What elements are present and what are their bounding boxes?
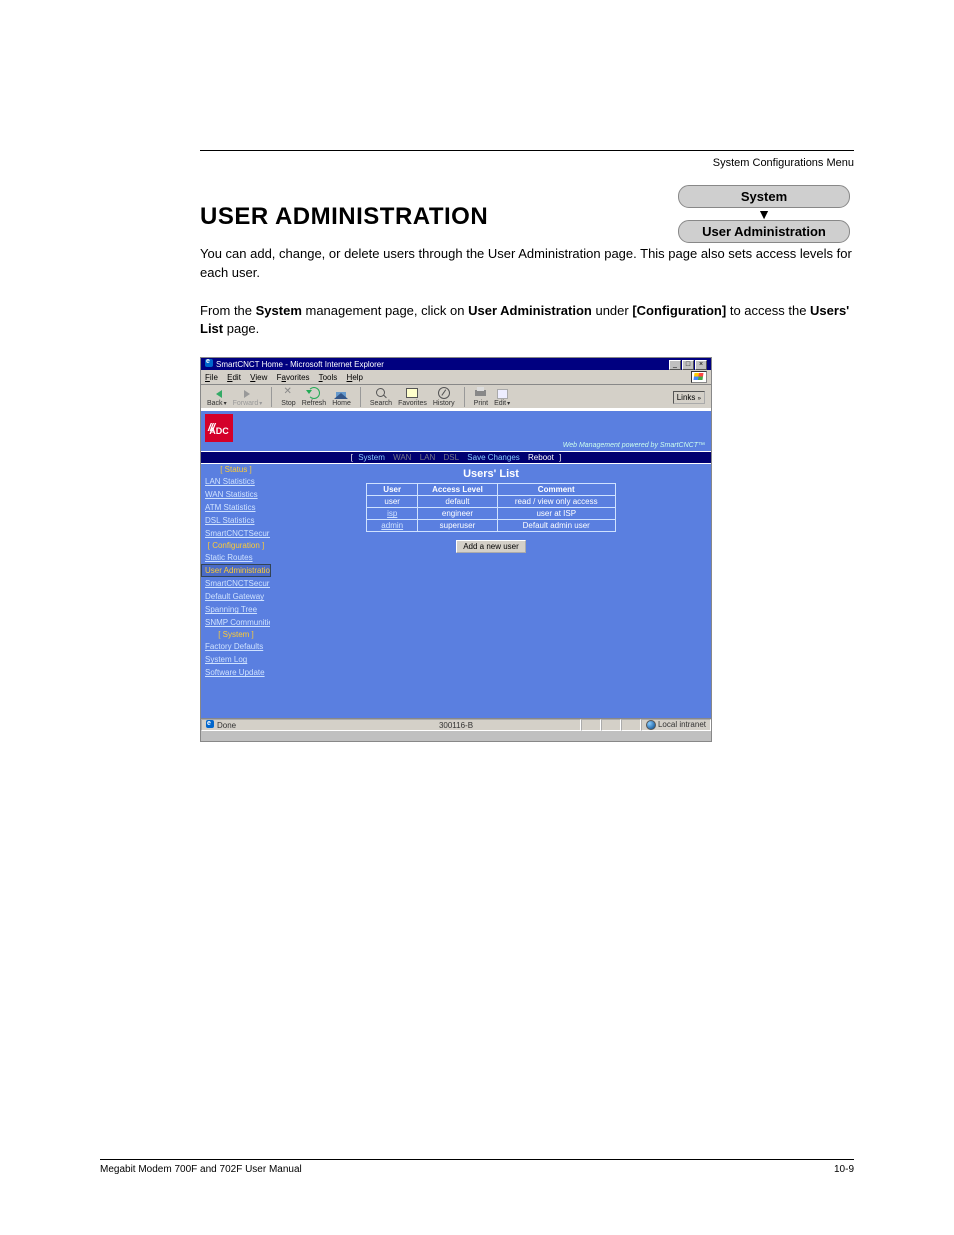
menu-view[interactable]: View [250, 373, 267, 382]
sidebar-user-admin[interactable]: User Administration [201, 564, 271, 577]
breadcrumb-diagram: System ▼ User Administration [674, 183, 854, 245]
back-button[interactable]: Back▾ [207, 387, 227, 407]
refresh-button[interactable]: Refresh [302, 387, 327, 407]
users-table: User Access Level Comment user default r… [366, 483, 615, 532]
sidebar-lan-stats[interactable]: LAN Statistics [201, 475, 271, 488]
sidebar-static-routes[interactable]: Static Routes [201, 551, 271, 564]
branding-area: ADC Web Management powered by SmartCNCT™ [201, 411, 711, 451]
nav-group-system: [ System ] [201, 629, 271, 640]
menu-edit[interactable]: Edit [227, 373, 241, 382]
edit-button[interactable]: Edit▾ [494, 387, 510, 407]
minimize-icon[interactable]: _ [669, 360, 681, 370]
sidebar: [ Status ] LAN Statistics WAN Statistics… [201, 464, 271, 679]
arrow-down-icon: ▼ [674, 209, 854, 219]
menu-help[interactable]: Help [347, 373, 363, 382]
menu-favorites[interactable]: Favorites [277, 373, 310, 382]
sidebar-default-gateway[interactable]: Default Gateway [201, 590, 271, 603]
screenshot: SmartCNCT Home - Microsoft Internet Expl… [200, 357, 712, 742]
intro-text: You can add, change, or delete users thr… [200, 245, 854, 339]
footer-right: 10-9 [834, 1164, 854, 1175]
sidebar-factory-defaults[interactable]: Factory Defaults [201, 640, 271, 653]
sidebar-security-1[interactable]: SmartCNCTSecurity [201, 527, 271, 540]
page-footer: Megabit Modem 700F and 702F User Manual … [100, 1151, 854, 1175]
topnav-lan[interactable]: LAN [420, 453, 436, 462]
menu-file[interactable]: File [205, 373, 218, 382]
ie-throbber-icon [691, 371, 707, 383]
window-titlebar: SmartCNCT Home - Microsoft Internet Expl… [201, 358, 711, 370]
toolbar: Back▾ Forward▾ Stop Refresh Home Search … [201, 385, 711, 410]
menu-tools[interactable]: Tools [319, 373, 338, 382]
menubar[interactable]: File Edit View Favorites Tools Help [201, 370, 711, 385]
user-link-admin[interactable]: admin [381, 521, 403, 530]
ie-status-icon [206, 720, 214, 728]
table-row: user default read / view only access [367, 496, 615, 508]
history-button[interactable]: History [433, 387, 455, 407]
user-link-isp[interactable]: isp [387, 509, 397, 518]
topnav-wan[interactable]: WAN [393, 453, 411, 462]
favorites-button[interactable]: Favorites [398, 387, 427, 407]
status-zone: Local intranet [641, 719, 711, 731]
sidebar-snmp[interactable]: SNMP Communities [201, 616, 271, 629]
maximize-icon[interactable]: □ [682, 360, 694, 370]
status-code: 300116-B [439, 721, 473, 730]
forward-button: Forward▾ [233, 387, 263, 407]
table-row: isp engineer user at ISP [367, 508, 615, 520]
nav-group-config: [ Configuration ] [201, 540, 271, 551]
stop-button[interactable]: Stop [281, 387, 295, 407]
add-user-button[interactable]: Add a new user [456, 540, 526, 553]
main-content: User Access Level Comment user default r… [271, 483, 711, 553]
table-header-row: User Access Level Comment [367, 484, 615, 496]
topnav-system[interactable]: System [358, 453, 385, 462]
topnav-reboot[interactable]: Reboot [528, 453, 554, 462]
status-done: Done [217, 721, 236, 730]
sidebar-wan-stats[interactable]: WAN Statistics [201, 488, 271, 501]
tagline: Web Management powered by SmartCNCT™ [563, 442, 705, 449]
nav-group-status: [ Status ] [201, 464, 271, 475]
zone-icon [646, 720, 656, 730]
topnav-save[interactable]: Save Changes [467, 453, 519, 462]
sidebar-system-log[interactable]: System Log [201, 653, 271, 666]
statusbar: Done 300116-B Local intranet [201, 718, 711, 731]
sidebar-software-update[interactable]: Software Update [201, 666, 271, 679]
ie-icon [205, 359, 213, 367]
running-head: System Configurations Menu [200, 157, 854, 169]
top-nav[interactable]: [ System WAN LAN DSL Save Changes Reboot… [201, 451, 711, 464]
sidebar-security-2[interactable]: SmartCNCTSecurity [201, 577, 271, 590]
table-row: admin superuser Default admin user [367, 520, 615, 532]
links-bar[interactable]: Links » [673, 391, 705, 404]
sidebar-spanning-tree[interactable]: Spanning Tree [201, 603, 271, 616]
crumb-user-admin: User Administration [678, 220, 850, 243]
window-title: SmartCNCT Home - Microsoft Internet Expl… [216, 360, 384, 369]
search-button[interactable]: Search [370, 387, 392, 407]
crumb-system: System [678, 185, 850, 208]
intro-line1: You can add, change, or delete users thr… [200, 246, 852, 280]
adc-logo: ADC [205, 414, 233, 442]
window-controls[interactable]: _□× [668, 359, 707, 370]
topnav-dsl[interactable]: DSL [444, 453, 460, 462]
print-button[interactable]: Print [474, 387, 488, 407]
sidebar-dsl-stats[interactable]: DSL Statistics [201, 514, 271, 527]
footer-left: Megabit Modem 700F and 702F User Manual [100, 1164, 302, 1175]
home-button[interactable]: Home [332, 387, 351, 407]
close-icon[interactable]: × [695, 360, 707, 370]
sidebar-atm-stats[interactable]: ATM Statistics [201, 501, 271, 514]
